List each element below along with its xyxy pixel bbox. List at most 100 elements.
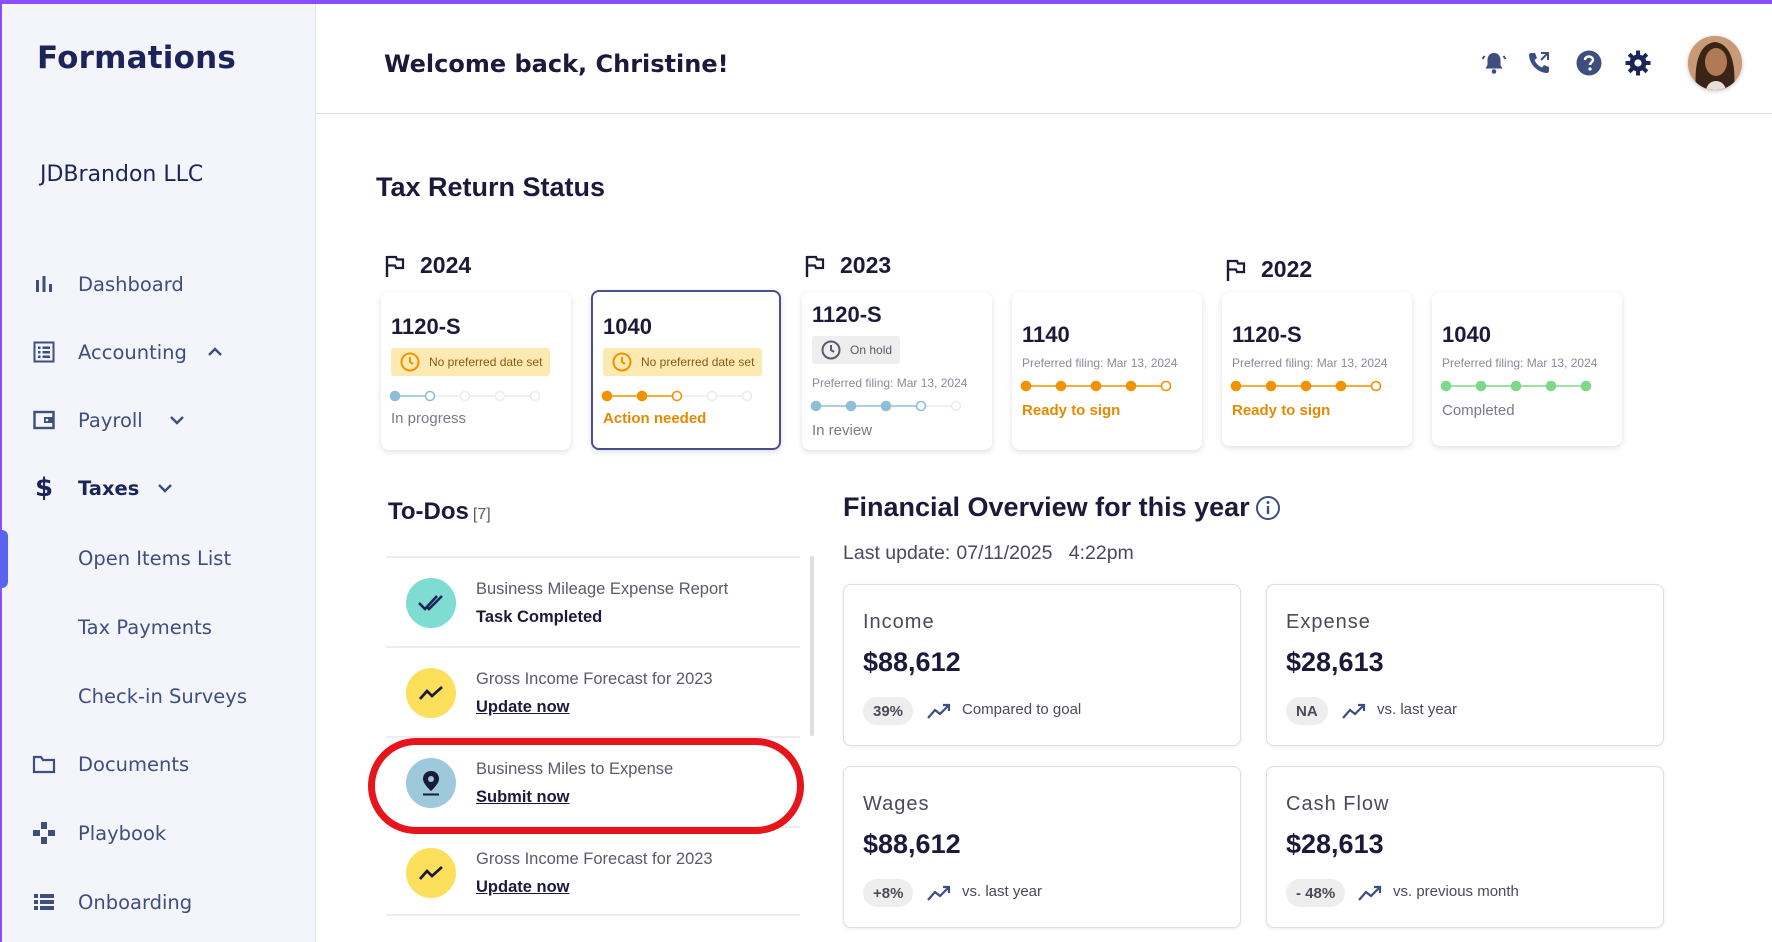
- chevron-down-icon[interactable]: [156, 479, 174, 497]
- year-group-2022: 2022: [1225, 256, 1312, 283]
- progress-step-done: [1090, 380, 1102, 392]
- sidebar-item-label: Dashboard: [78, 272, 184, 296]
- finance-card-expense[interactable]: Expense $28,613 NA vs. last year: [1266, 584, 1664, 746]
- last-update: Last update: 07/11/2025 4:22pm: [843, 542, 1134, 565]
- chevron-down-icon[interactable]: [168, 411, 186, 429]
- progress-step-done: [1300, 380, 1312, 392]
- finance-card-income[interactable]: Income $88,612 39% Compared to goal: [843, 584, 1241, 746]
- sidebar-item-playbook[interactable]: Playbook: [2, 807, 314, 859]
- progress-step-done: [1335, 380, 1347, 392]
- progress-steps: [601, 390, 753, 402]
- todo-item[interactable]: Gross Income Forecast for 2023 Update no…: [386, 646, 800, 736]
- flag-icon: [385, 255, 405, 277]
- progress-step-done: [880, 400, 892, 412]
- preferred-filing-date: Preferred filing: Mar 13, 2024: [1022, 356, 1178, 370]
- flag-icon: [1226, 259, 1246, 281]
- bell-alert-icon[interactable]: [1479, 48, 1509, 78]
- finance-card-wages[interactable]: Wages $88,612 +8% vs. last year: [843, 766, 1241, 928]
- finance-card-note: vs. previous month: [1393, 883, 1519, 900]
- finance-change-pill: NA: [1286, 697, 1328, 725]
- double-check-icon: [406, 578, 456, 628]
- progress-step-done: [1510, 380, 1522, 392]
- list-icon: [30, 888, 58, 916]
- sidebar-item-label: Accounting: [78, 340, 187, 364]
- preferred-filing-date: Preferred filing: Mar 13, 2024: [1232, 356, 1388, 370]
- finance-card-note: vs. last year: [962, 883, 1043, 900]
- status-badge: No preferred date set: [391, 348, 551, 376]
- todo-title: Business Mileage Expense Report: [476, 580, 729, 598]
- sidebar-subitem-open-items[interactable]: Open Items List: [78, 538, 231, 578]
- phone-forward-icon[interactable]: [1524, 48, 1554, 78]
- preferred-filing-date: Preferred filing: Mar 13, 2024: [1442, 356, 1598, 370]
- trend-icon: [406, 668, 456, 718]
- help-icon[interactable]: [1574, 48, 1604, 78]
- todos-title-text: To-Dos: [388, 498, 469, 525]
- annotation-highlight-ring: [368, 738, 804, 834]
- tax-form-name: 1120-S: [1232, 322, 1302, 347]
- badge-text: No preferred date set: [429, 355, 543, 369]
- tax-card-2024-1120s[interactable]: 1120-S No preferred date set In progress: [381, 292, 571, 450]
- gear-icon[interactable]: [1623, 48, 1653, 78]
- finance-card-cash-flow[interactable]: Cash Flow $28,613 - 48% vs. previous mon…: [1266, 766, 1664, 928]
- active-nav-indicator: [0, 530, 8, 588]
- progress-step-done: [1370, 380, 1382, 392]
- tax-card-2024-1040[interactable]: 1040 No preferred date set Action needed: [591, 290, 781, 450]
- sidebar-item-documents[interactable]: Documents: [2, 738, 314, 790]
- status-badge: On hold: [812, 336, 901, 364]
- tax-return-status-title: Tax Return Status: [376, 172, 606, 202]
- company-name[interactable]: JDBrandon LLC: [40, 162, 203, 187]
- progress-steps: [1230, 380, 1382, 392]
- last-update-label: Last update:: [843, 542, 951, 564]
- finance-card-value: $88,612: [863, 647, 961, 677]
- tax-form-name: 1120-S: [812, 302, 882, 327]
- progress-step-done: [1545, 380, 1557, 392]
- user-avatar[interactable]: [1688, 36, 1742, 90]
- finance-card-value: $28,613: [1286, 829, 1384, 859]
- todo-item[interactable]: Business Mileage Expense Report Task Com…: [386, 556, 800, 646]
- finance-change-pill: +8%: [863, 879, 914, 907]
- progress-step-done: [424, 390, 436, 402]
- update-now-link[interactable]: Update now: [476, 878, 570, 897]
- finance-card-value: $28,613: [1286, 647, 1384, 677]
- welcome-message: Welcome back, Christine!: [384, 50, 729, 78]
- top-header: Welcome back, Christine!: [316, 4, 1772, 114]
- tax-card-2022-1120s[interactable]: 1120-S Preferred filing: Mar 13, 2024 Re…: [1222, 292, 1412, 446]
- sidebar-item-taxes[interactable]: $ Taxes: [2, 462, 314, 514]
- status-badge: No preferred date set: [603, 348, 763, 376]
- todos-title: To-Dos [7]: [388, 498, 491, 526]
- sidebar-item-label: Onboarding: [78, 890, 193, 914]
- sidebar-item-payroll[interactable]: Payroll: [2, 394, 314, 446]
- sidebar: Formations JDBrandon LLC Dashboard Accou…: [2, 4, 316, 942]
- progress-steps: [1440, 380, 1592, 392]
- progress-step-done: [1440, 380, 1452, 392]
- dollar-icon: $: [34, 473, 54, 503]
- chevron-up-icon[interactable]: [206, 343, 224, 361]
- tax-card-2023-1120s[interactable]: 1120-S On hold Preferred filing: Mar 13,…: [802, 292, 992, 450]
- todo-scrollbar[interactable]: [810, 556, 814, 736]
- sidebar-item-label: Taxes: [78, 476, 140, 500]
- clock-icon: [821, 340, 841, 360]
- sidebar-subitem-tax-payments[interactable]: Tax Payments: [78, 607, 212, 647]
- info-icon[interactable]: [1255, 495, 1281, 521]
- year-label: 2022: [1261, 256, 1313, 282]
- todo-title: Gross Income Forecast for 2023: [476, 670, 713, 688]
- badge-text: No preferred date set: [641, 355, 755, 369]
- tax-card-2022-1040[interactable]: 1040 Preferred filing: Mar 13, 2024 Comp…: [1432, 292, 1622, 446]
- progress-step-done: [845, 400, 857, 412]
- tax-form-name: 1140: [1022, 322, 1070, 347]
- sidebar-item-accounting[interactable]: Accounting: [2, 326, 314, 378]
- sidebar-item-dashboard[interactable]: Dashboard: [2, 258, 314, 310]
- sidebar-item-onboarding[interactable]: Onboarding: [2, 876, 314, 928]
- progress-step-done: [1265, 380, 1277, 392]
- progress-step-done: [671, 390, 683, 402]
- financial-overview-title: Financial Overview for this year: [843, 492, 1250, 522]
- tax-card-2023-1140[interactable]: 1140 Preferred filing: Mar 13, 2024 Read…: [1012, 292, 1202, 450]
- app-logo[interactable]: Formations: [37, 40, 236, 76]
- progress-steps: [1020, 380, 1172, 392]
- update-now-link[interactable]: Update now: [476, 698, 570, 717]
- year-group-2024: 2024: [384, 252, 471, 279]
- progress-step-pending: [529, 390, 541, 402]
- todo-item[interactable]: Gross Income Forecast for 2023 Update no…: [386, 826, 800, 916]
- sidebar-subitem-check-in-surveys[interactable]: Check-in Surveys: [78, 676, 247, 716]
- tax-status-text: Completed: [1442, 402, 1515, 419]
